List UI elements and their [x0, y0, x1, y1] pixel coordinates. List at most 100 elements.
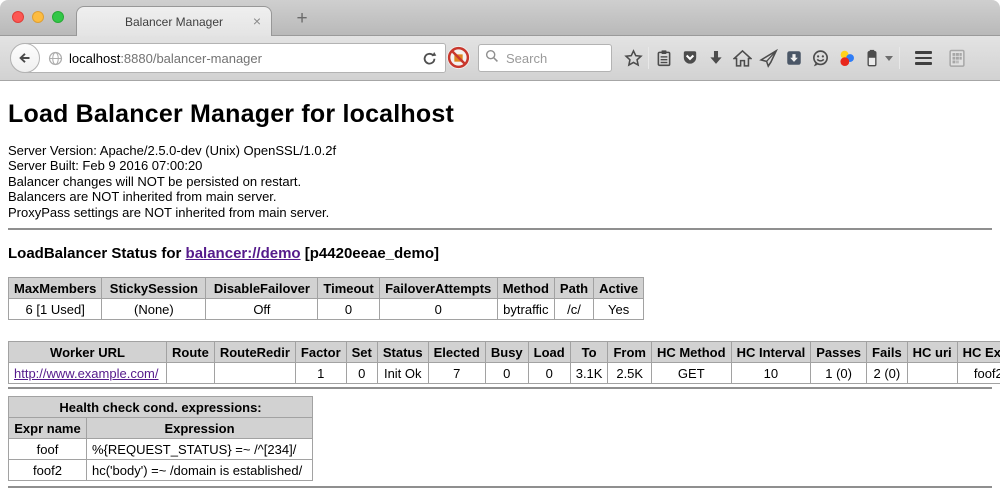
- section-divider: [8, 387, 992, 389]
- balancer-settings-table: MaxMembers StickySession DisableFailover…: [8, 277, 644, 320]
- server-version-line: Server Version: Apache/2.5.0-dev (Unix) …: [8, 143, 992, 158]
- section-divider: [8, 228, 992, 230]
- toolbar-separator: [899, 47, 900, 69]
- browser-window: Balancer Manager × + localhost:8880/bala…: [0, 0, 1000, 491]
- page-title: Load Balancer Manager for localhost: [8, 100, 992, 129]
- col-worker-url: Worker URL: [9, 342, 167, 363]
- col-expression: Expression: [87, 418, 313, 439]
- cell-method: bytraffic: [497, 299, 554, 320]
- col-elected: Elected: [428, 342, 485, 363]
- home-icon[interactable]: [729, 47, 755, 69]
- tab-balancer-manager[interactable]: Balancer Manager ×: [76, 6, 272, 37]
- cell-hc-uri: [907, 363, 957, 384]
- cell-expr-name: foof: [9, 439, 87, 460]
- table-header-row: MaxMembers StickySession DisableFailover…: [9, 278, 644, 299]
- window-close-button[interactable]: [12, 11, 24, 23]
- battery-extension-icon[interactable]: [859, 47, 885, 69]
- col-factor: Factor: [295, 342, 346, 363]
- bookmarks-menu-icon[interactable]: [651, 47, 677, 69]
- table-header-row: Expr name Expression: [9, 418, 313, 439]
- url-path: :8880/balancer-manager: [120, 51, 262, 66]
- bookmark-star-icon[interactable]: [620, 47, 646, 69]
- search-bar[interactable]: [478, 44, 612, 72]
- flash-block-icon[interactable]: [446, 45, 471, 75]
- health-check-table-title: Health check cond. expressions:: [9, 397, 313, 418]
- cell-busy: 0: [485, 363, 528, 384]
- col-path: Path: [554, 278, 593, 299]
- balancers-warning-line: Balancers are NOT inherited from main se…: [8, 189, 992, 204]
- proxypass-warning-line: ProxyPass settings are NOT inherited fro…: [8, 205, 992, 220]
- cell-maxmembers: 6 [1 Used]: [9, 299, 102, 320]
- col-failoverattempts: FailoverAttempts: [379, 278, 497, 299]
- menu-hamburger-icon[interactable]: [910, 47, 936, 69]
- col-maxmembers: MaxMembers: [9, 278, 102, 299]
- cell-disablefailover: Off: [206, 299, 318, 320]
- col-from: From: [608, 342, 652, 363]
- search-icon: [485, 49, 499, 68]
- col-stickysession: StickySession: [102, 278, 206, 299]
- col-disablefailover: DisableFailover: [206, 278, 318, 299]
- heading-prefix: LoadBalancer Status for: [8, 245, 186, 262]
- cell-hc-interval: 10: [731, 363, 811, 384]
- pocket-icon[interactable]: [677, 47, 703, 69]
- server-info: Server Version: Apache/2.5.0-dev (Unix) …: [8, 143, 992, 220]
- cell-load: 0: [528, 363, 570, 384]
- balancer-status-heading: LoadBalancer Status for balancer://demo …: [8, 245, 992, 262]
- toolbar-separator: [648, 47, 649, 69]
- cell-expression: hc('body') =~ /domain is established/: [87, 460, 313, 481]
- cell-expr-name: foof2: [9, 460, 87, 481]
- video-download-icon[interactable]: [781, 47, 807, 69]
- worker-url-link[interactable]: http://www.example.com/: [14, 366, 159, 381]
- new-tab-button[interactable]: +: [290, 8, 314, 30]
- col-busy: Busy: [485, 342, 528, 363]
- download-icon[interactable]: [703, 47, 729, 69]
- tab-bar: Balancer Manager × +: [0, 0, 1000, 36]
- cell-worker-url: http://www.example.com/: [9, 363, 167, 384]
- chevron-down-icon[interactable]: [885, 56, 893, 61]
- feedback-smiley-icon[interactable]: [807, 47, 833, 69]
- tab-close-icon[interactable]: ×: [253, 13, 261, 29]
- col-route: Route: [167, 342, 215, 363]
- back-button[interactable]: [10, 43, 40, 73]
- cell-from: 2.5K: [608, 363, 652, 384]
- send-tab-icon[interactable]: [755, 47, 781, 69]
- window-minimize-button[interactable]: [32, 11, 44, 23]
- cell-status: Init Ok: [377, 363, 428, 384]
- table-row: 6 [1 Used] (None) Off 0 0 bytraffic /c/ …: [9, 299, 644, 320]
- url-text: localhost:8880/balancer-manager: [69, 51, 262, 66]
- tab-title: Balancer Manager: [77, 15, 271, 29]
- col-hc-uri: HC uri: [907, 342, 957, 363]
- cell-elected: 7: [428, 363, 485, 384]
- col-expr-name: Expr name: [9, 418, 87, 439]
- cell-fails: 2 (0): [867, 363, 908, 384]
- window-zoom-button[interactable]: [52, 11, 64, 23]
- toolbar-icons: [620, 43, 996, 73]
- col-load: Load: [528, 342, 570, 363]
- col-to: To: [570, 342, 608, 363]
- heading-suffix: [p4420eeae_demo]: [301, 245, 439, 262]
- col-method: Method: [497, 278, 554, 299]
- back-arrow-icon: [17, 50, 33, 66]
- table-row: foof %{REQUEST_STATUS} =~ /^[234]/: [9, 439, 313, 460]
- persist-warning-line: Balancer changes will NOT be persisted o…: [8, 174, 992, 189]
- cell-hc-expr: foof2: [957, 363, 1000, 384]
- balancer-demo-link[interactable]: balancer://demo: [186, 245, 301, 262]
- worker-table: Worker URL Route RouteRedir Factor Set S…: [8, 341, 1000, 384]
- reload-button[interactable]: [421, 50, 438, 72]
- cell-hc-method: GET: [651, 363, 731, 384]
- cell-stickysession: (None): [102, 299, 206, 320]
- col-active: Active: [594, 278, 644, 299]
- server-built-line: Server Built: Feb 9 2016 07:00:20: [8, 158, 992, 173]
- cell-to: 3.1K: [570, 363, 608, 384]
- col-fails: Fails: [867, 342, 908, 363]
- col-hc-expr: HC Expr: [957, 342, 1000, 363]
- bookmarks-toolbar-grid-icon[interactable]: [944, 47, 970, 69]
- page-content: Load Balancer Manager for localhost Serv…: [0, 82, 1000, 491]
- col-routeredir: RouteRedir: [214, 342, 295, 363]
- url-bar[interactable]: localhost:8880/balancer-manager: [10, 43, 446, 73]
- extension-colored-dots-icon[interactable]: [833, 47, 859, 69]
- search-input[interactable]: [504, 50, 600, 67]
- cell-expression: %{REQUEST_STATUS} =~ /^[234]/: [87, 439, 313, 460]
- url-domain: localhost: [69, 51, 120, 66]
- cell-passes: 1 (0): [811, 363, 867, 384]
